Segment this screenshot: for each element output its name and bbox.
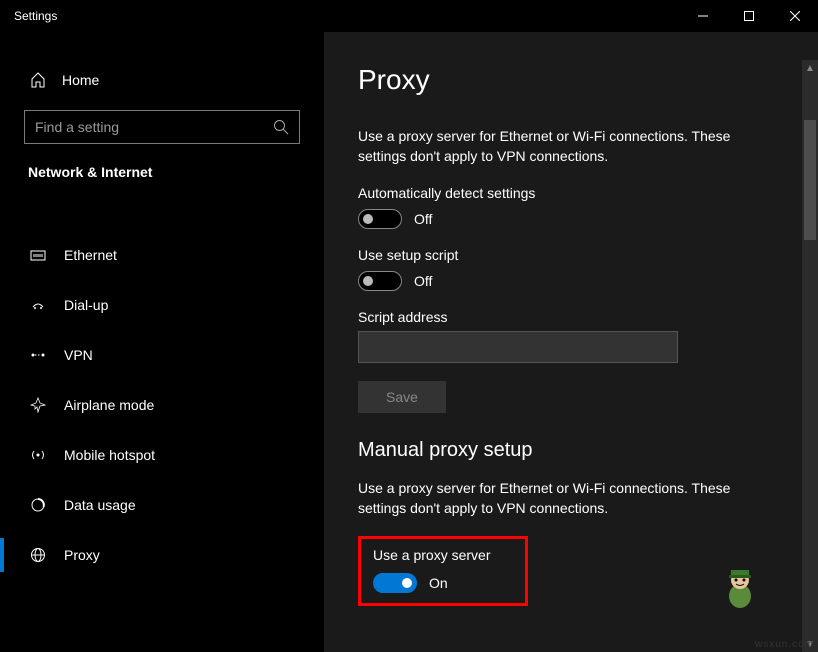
- highlight-annotation: Use a proxy server On: [358, 536, 528, 606]
- scroll-up-button[interactable]: ▲: [802, 60, 818, 76]
- sidebar-item-airplane[interactable]: Airplane mode: [0, 380, 324, 430]
- sidebar-item-label: Proxy: [64, 547, 100, 563]
- page-title: Proxy: [358, 64, 784, 96]
- mascot-image: [722, 566, 758, 610]
- home-icon: [30, 72, 46, 88]
- maximize-button[interactable]: [726, 0, 772, 32]
- sidebar-nav: Ethernet Dial-up VPN Airplane mode Mobil…: [0, 230, 324, 580]
- scrollbar[interactable]: ▲ ▼: [802, 60, 818, 652]
- window-controls: [680, 0, 818, 32]
- auto-detect-label: Automatically detect settings: [358, 185, 784, 201]
- use-script-toggle[interactable]: [358, 271, 402, 291]
- sidebar-section-header: Network & Internet: [0, 164, 324, 192]
- airplane-icon: [30, 397, 46, 413]
- use-script-label: Use setup script: [358, 247, 784, 263]
- close-icon: [790, 11, 800, 21]
- sidebar-item-label: Data usage: [64, 497, 136, 513]
- watermark: wsxun.com: [755, 639, 814, 650]
- script-address-label: Script address: [358, 309, 784, 325]
- window-title: Settings: [14, 9, 57, 23]
- script-address-input[interactable]: [358, 331, 678, 363]
- hotspot-icon: [30, 447, 46, 463]
- use-proxy-label: Use a proxy server: [373, 547, 513, 563]
- auto-detect-state: Off: [414, 211, 432, 227]
- sidebar-item-label: Dial-up: [64, 297, 108, 313]
- sidebar-item-ethernet[interactable]: Ethernet: [0, 230, 324, 280]
- search-input[interactable]: [35, 119, 273, 135]
- sidebar-item-label: Airplane mode: [64, 397, 154, 413]
- use-proxy-toggle[interactable]: [373, 573, 417, 593]
- sidebar: Home Network & Internet Ethernet Dial-up…: [0, 32, 324, 652]
- titlebar: Settings: [0, 0, 818, 32]
- auto-detect-toggle[interactable]: [358, 209, 402, 229]
- use-script-state: Off: [414, 273, 432, 289]
- manual-proxy-description: Use a proxy server for Ethernet or Wi-Fi…: [358, 478, 778, 519]
- minimize-button[interactable]: [680, 0, 726, 32]
- sidebar-item-label: Ethernet: [64, 247, 117, 263]
- sidebar-item-vpn[interactable]: VPN: [0, 330, 324, 380]
- proxy-icon: [30, 547, 46, 563]
- sidebar-item-hotspot[interactable]: Mobile hotspot: [0, 430, 324, 480]
- sidebar-item-datausage[interactable]: Data usage: [0, 480, 324, 530]
- manual-setup-title: Manual proxy setup: [358, 439, 784, 462]
- ethernet-icon: [30, 247, 46, 263]
- minimize-icon: [698, 11, 708, 21]
- sidebar-item-proxy[interactable]: Proxy: [0, 530, 324, 580]
- sidebar-item-label: VPN: [64, 347, 93, 363]
- sidebar-item-label: Mobile hotspot: [64, 447, 155, 463]
- search-icon: [273, 119, 289, 135]
- auto-proxy-description: Use a proxy server for Ethernet or Wi-Fi…: [358, 126, 778, 167]
- dialup-icon: [30, 297, 46, 313]
- main-content: Proxy Use a proxy server for Ethernet or…: [324, 32, 818, 652]
- close-button[interactable]: [772, 0, 818, 32]
- maximize-icon: [744, 11, 754, 21]
- vpn-icon: [30, 347, 46, 363]
- data-usage-icon: [30, 497, 46, 513]
- save-button[interactable]: Save: [358, 381, 446, 413]
- scroll-thumb[interactable]: [804, 120, 816, 240]
- sidebar-item-dialup[interactable]: Dial-up: [0, 280, 324, 330]
- search-input-container[interactable]: [24, 110, 300, 144]
- home-label: Home: [62, 72, 99, 88]
- home-link[interactable]: Home: [0, 62, 324, 98]
- use-proxy-state: On: [429, 575, 448, 591]
